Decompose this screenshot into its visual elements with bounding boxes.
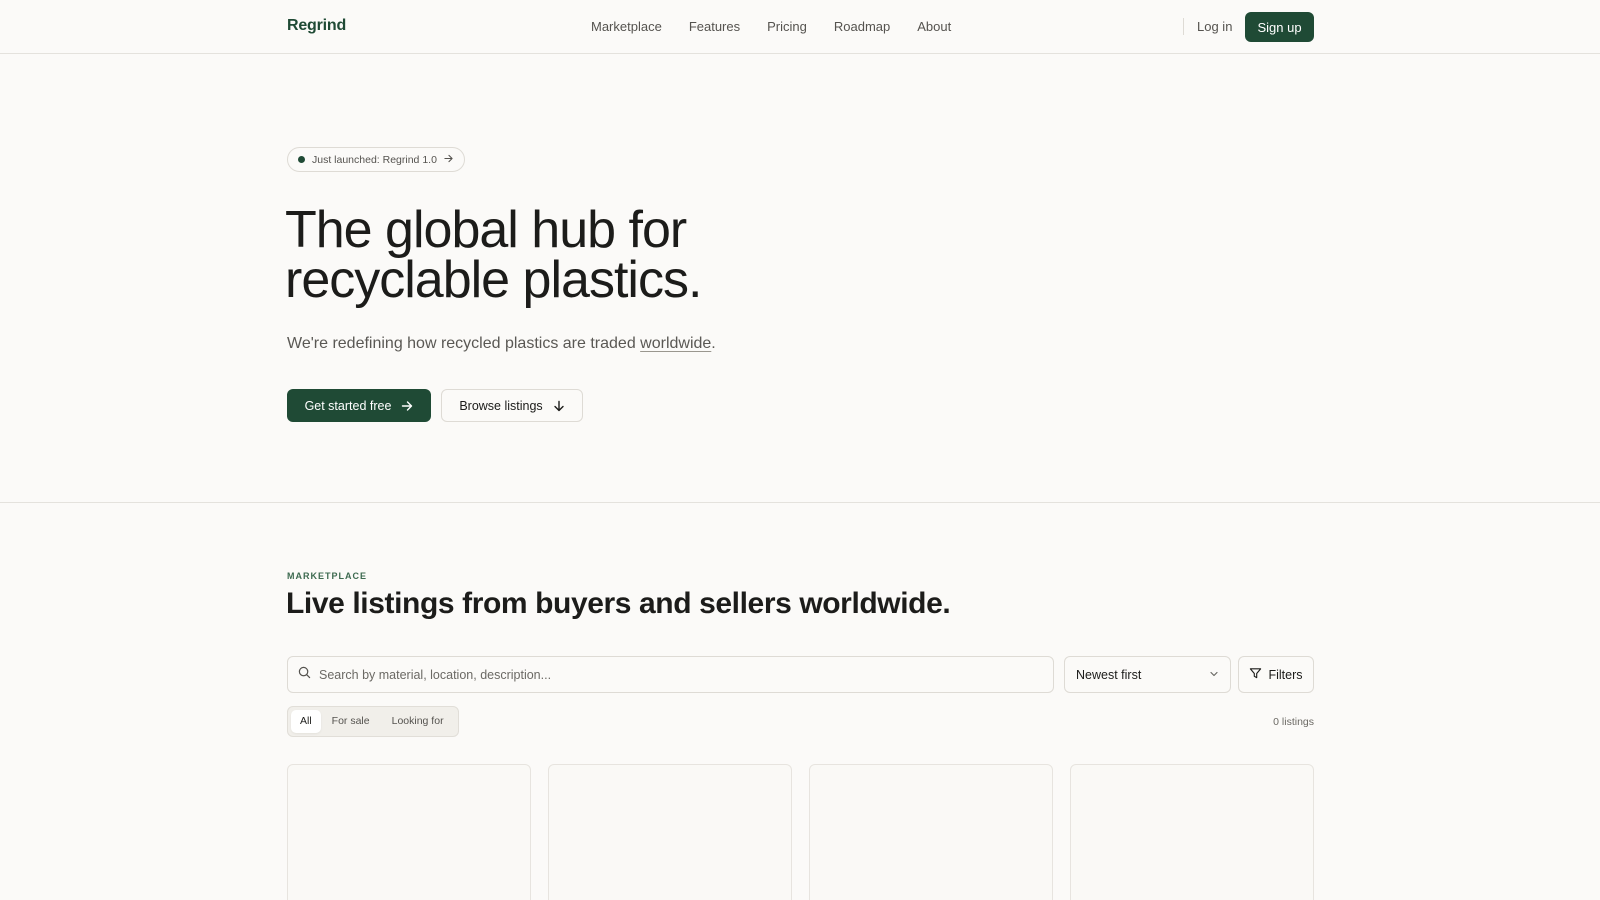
nav-roadmap[interactable]: Roadmap — [834, 19, 890, 34]
get-started-button[interactable]: Get started free — [287, 389, 431, 422]
nav-divider — [1183, 18, 1184, 35]
badge-label: Just launched: Regrind 1.0 — [312, 153, 437, 166]
browse-listings-button[interactable]: Browse listings — [441, 389, 583, 422]
sort-value: Newest first — [1076, 667, 1142, 682]
site-header: Regrind Marketplace Features Pricing Roa… — [0, 0, 1600, 54]
filter-icon — [1249, 667, 1262, 683]
listing-type-tabs: All For sale Looking for — [287, 706, 459, 737]
nav-features[interactable]: Features — [689, 19, 740, 34]
login-link[interactable]: Log in — [1197, 19, 1232, 34]
browse-listings-label: Browse listings — [459, 398, 543, 413]
sort-select[interactable]: Newest first — [1064, 656, 1231, 693]
hero-subtitle-suffix: . — [711, 335, 716, 352]
search-box[interactable] — [287, 656, 1054, 693]
listing-card-placeholder — [287, 764, 531, 900]
tab-all[interactable]: All — [291, 710, 321, 733]
main-nav: Marketplace Features Pricing Roadmap Abo… — [591, 19, 978, 34]
hero-title-line2: recyclable plastics. — [285, 251, 702, 309]
nav-about[interactable]: About — [917, 19, 951, 34]
listing-card-placeholder — [1070, 764, 1314, 900]
launch-badge[interactable]: Just launched: Regrind 1.0 — [287, 147, 465, 172]
section-divider — [0, 502, 1600, 503]
hero-title: The global hub for recyclable plastics. — [285, 204, 985, 306]
logo[interactable]: Regrind — [287, 17, 346, 35]
status-dot — [298, 156, 305, 163]
listing-card-placeholder — [809, 764, 1053, 900]
section-title: Live listings from buyers and sellers wo… — [286, 587, 951, 620]
nav-marketplace[interactable]: Marketplace — [591, 19, 662, 34]
search-icon — [298, 666, 311, 684]
section-eyebrow: MARKETPLACE — [287, 571, 367, 581]
nav-pricing[interactable]: Pricing — [767, 19, 807, 34]
arrow-right-icon — [401, 400, 413, 412]
listing-count: 0 listings — [1273, 716, 1314, 728]
hero-subtitle-text: We're redefining how recycled plastics a… — [287, 335, 641, 352]
filters-button[interactable]: Filters — [1238, 656, 1314, 693]
arrow-down-icon — [553, 400, 565, 412]
signup-button[interactable]: Sign up — [1245, 12, 1314, 42]
arrow-right-icon — [444, 154, 453, 166]
filters-label: Filters — [1268, 667, 1303, 682]
tab-looking-for[interactable]: Looking for — [381, 710, 455, 733]
hero-subtitle: We're redefining how recycled plastics a… — [287, 335, 716, 353]
chevron-down-icon — [1209, 668, 1219, 682]
tab-for-sale[interactable]: For sale — [321, 710, 381, 733]
listing-grid — [287, 764, 1314, 900]
worldwide-link[interactable]: worldwide — [640, 335, 711, 352]
search-input[interactable] — [319, 667, 1053, 682]
listing-card-placeholder — [548, 764, 792, 900]
get-started-label: Get started free — [304, 398, 392, 413]
